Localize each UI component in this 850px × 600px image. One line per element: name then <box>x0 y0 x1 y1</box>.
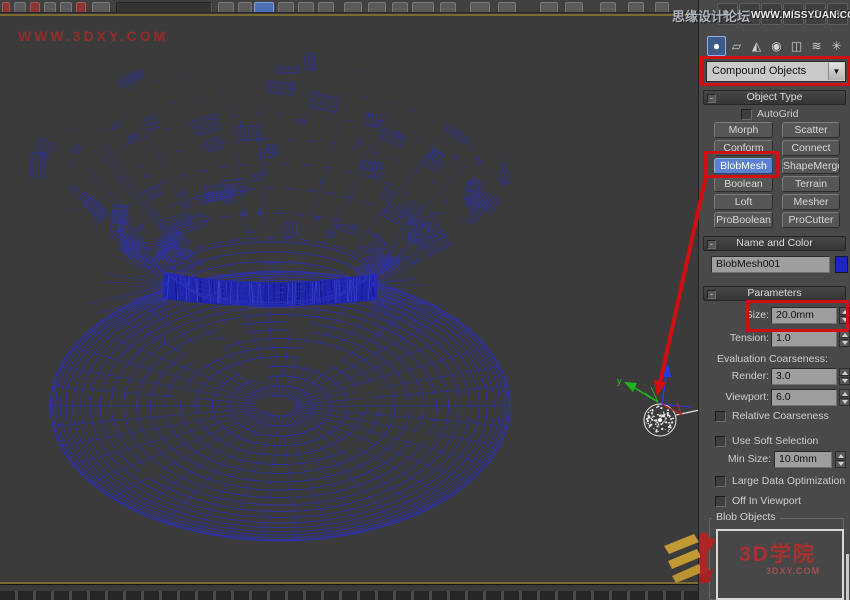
timeline-ticks <box>0 591 714 600</box>
min-size-label: Min Size: <box>699 453 771 465</box>
track-bar[interactable] <box>0 584 714 600</box>
proboolean-button[interactable]: ProBoolean <box>714 212 773 228</box>
viewport-coarseness-label: Viewport: <box>699 391 769 403</box>
rollout-object-type[interactable]: - Object Type <box>703 90 846 105</box>
geometry-icon[interactable]: ● <box>707 36 726 56</box>
toolbar-icon[interactable] <box>344 2 362 13</box>
autogrid-checkbox[interactable] <box>741 109 752 120</box>
size-spinner[interactable] <box>839 307 850 324</box>
collapse-icon[interactable]: - <box>707 94 716 103</box>
forum-watermark-site: WWW.MISSYUAN.COM <box>751 10 850 21</box>
toolbar-icon[interactable] <box>412 2 434 13</box>
toolbar-icon[interactable] <box>278 2 294 13</box>
tension-label: Tension: <box>699 332 769 344</box>
object-color-swatch[interactable] <box>835 256 848 273</box>
dropdown-value: Compound Objects <box>712 65 806 77</box>
object-type-buttons: Morph Scatter Conform Connect BlobMesh S… <box>714 122 840 228</box>
chevron-down-icon[interactable]: ▼ <box>828 63 844 80</box>
cameras-icon[interactable]: ◉ <box>767 36 786 56</box>
use-soft-selection-checkbox[interactable] <box>715 436 726 447</box>
tension-field[interactable]: 1.0 <box>771 330 837 347</box>
viewport-coarseness-spinner[interactable] <box>839 389 850 406</box>
autogrid-label: AutoGrid <box>757 108 798 120</box>
toolbar-icon[interactable] <box>116 2 212 13</box>
tension-spinner[interactable] <box>839 330 850 347</box>
rollout-parameters[interactable]: - Parameters <box>703 286 846 301</box>
toolbar-icon[interactable] <box>540 2 558 13</box>
off-in-viewport-label: Off In Viewport <box>732 495 801 507</box>
command-panel: ▶≀⋔◎⊡⋇ ●▱◭◉◫≋✳ Compound Objects ▼ - Obje… <box>698 0 850 600</box>
toolbar-icon[interactable] <box>628 2 644 13</box>
toolbar-icon[interactable] <box>368 2 386 13</box>
toolbar-icon[interactable] <box>14 2 26 13</box>
off-in-viewport-checkbox[interactable] <box>715 496 726 507</box>
toolbar-icon[interactable] <box>254 2 274 13</box>
systems-icon[interactable]: ✳ <box>827 36 846 56</box>
relative-coarseness-checkbox[interactable] <box>715 411 726 422</box>
application-window: y WWW.3DXY.COM ▶≀⋔◎⊡⋇ ●▱◭◉◫≋✳ Compound O… <box>0 0 850 600</box>
evaluation-coarseness-label: Evaluation Coarseness: <box>717 353 828 365</box>
scatter-button[interactable]: Scatter <box>782 122 840 138</box>
large-data-optimization-label: Large Data Optimization <box>732 475 845 487</box>
object-name-field[interactable]: BlobMesh001 <box>711 256 830 273</box>
blobmesh-wireframe: y <box>0 16 698 582</box>
boolean-button[interactable]: Boolean <box>714 176 773 192</box>
morph-button[interactable]: Morph <box>714 122 773 138</box>
toolbar-icon[interactable] <box>655 2 669 13</box>
min-size-field[interactable]: 10.0mm <box>774 451 832 468</box>
size-field[interactable]: 20.0mm <box>771 307 837 324</box>
conform-button[interactable]: Conform <box>714 140 773 156</box>
render-spinner[interactable] <box>839 368 850 385</box>
blob-objects-label: Blob Objects <box>712 511 780 523</box>
rollout-name-and-color[interactable]: - Name and Color <box>703 236 846 251</box>
loft-button[interactable]: Loft <box>714 194 773 210</box>
toolbar-icon[interactable] <box>600 2 616 13</box>
toolbar-icon[interactable] <box>440 2 456 13</box>
forum-watermark-cn: 思缘设计论坛 <box>672 6 750 25</box>
perspective-viewport[interactable]: y WWW.3DXY.COM <box>0 14 698 582</box>
toolbar-icon[interactable] <box>30 2 40 13</box>
toolbar-icon[interactable] <box>44 2 56 13</box>
large-data-optimization-checkbox[interactable] <box>715 476 726 487</box>
render-label: Render: <box>699 370 769 382</box>
toolbar-icon[interactable] <box>498 2 516 13</box>
toolbar-icon[interactable] <box>60 2 72 13</box>
use-soft-selection-label: Use Soft Selection <box>732 435 818 447</box>
toolbar-icon[interactable] <box>218 2 234 13</box>
size-label: Size: <box>699 309 769 321</box>
toolbar-icon[interactable] <box>318 2 334 13</box>
svg-text:y: y <box>617 376 622 386</box>
render-field[interactable]: 3.0 <box>771 368 837 385</box>
toolbar-icon[interactable] <box>92 2 110 13</box>
toolbar-icon[interactable] <box>76 2 86 13</box>
toolbar-icon[interactable] <box>392 2 408 13</box>
shapes-icon[interactable]: ▱ <box>727 36 746 56</box>
lights-icon[interactable]: ◭ <box>747 36 766 56</box>
viewport-coarseness-field[interactable]: 6.0 <box>771 389 837 406</box>
min-size-spinner[interactable] <box>835 451 846 468</box>
relative-coarseness-label: Relative Coarseness <box>732 410 829 422</box>
collapse-icon[interactable]: - <box>707 240 716 249</box>
object-category-dropdown[interactable]: Compound Objects ▼ <box>706 61 846 82</box>
toolbar-icon[interactable] <box>565 2 583 13</box>
mesher-button[interactable]: Mesher <box>782 194 840 210</box>
toolbar-icon[interactable] <box>238 2 252 13</box>
procutter-button[interactable]: ProCutter <box>782 212 840 228</box>
connect-button[interactable]: Connect <box>782 140 840 156</box>
toolbar-icon[interactable] <box>470 2 490 13</box>
blobmesh-button[interactable]: BlobMesh <box>714 158 773 174</box>
panel-scrollbar[interactable] <box>846 554 849 600</box>
collapse-icon[interactable]: - <box>707 290 716 299</box>
toolbar-icon[interactable] <box>2 2 10 13</box>
toolbar-icon[interactable] <box>298 2 314 13</box>
space-warps-icon[interactable]: ≋ <box>807 36 826 56</box>
blob-objects-list[interactable] <box>716 529 844 600</box>
viewport-watermark: WWW.3DXY.COM <box>18 28 168 44</box>
helpers-icon[interactable]: ◫ <box>787 36 806 56</box>
shapemerge-button[interactable]: ShapeMerge <box>782 158 840 174</box>
terrain-button[interactable]: Terrain <box>782 176 840 192</box>
